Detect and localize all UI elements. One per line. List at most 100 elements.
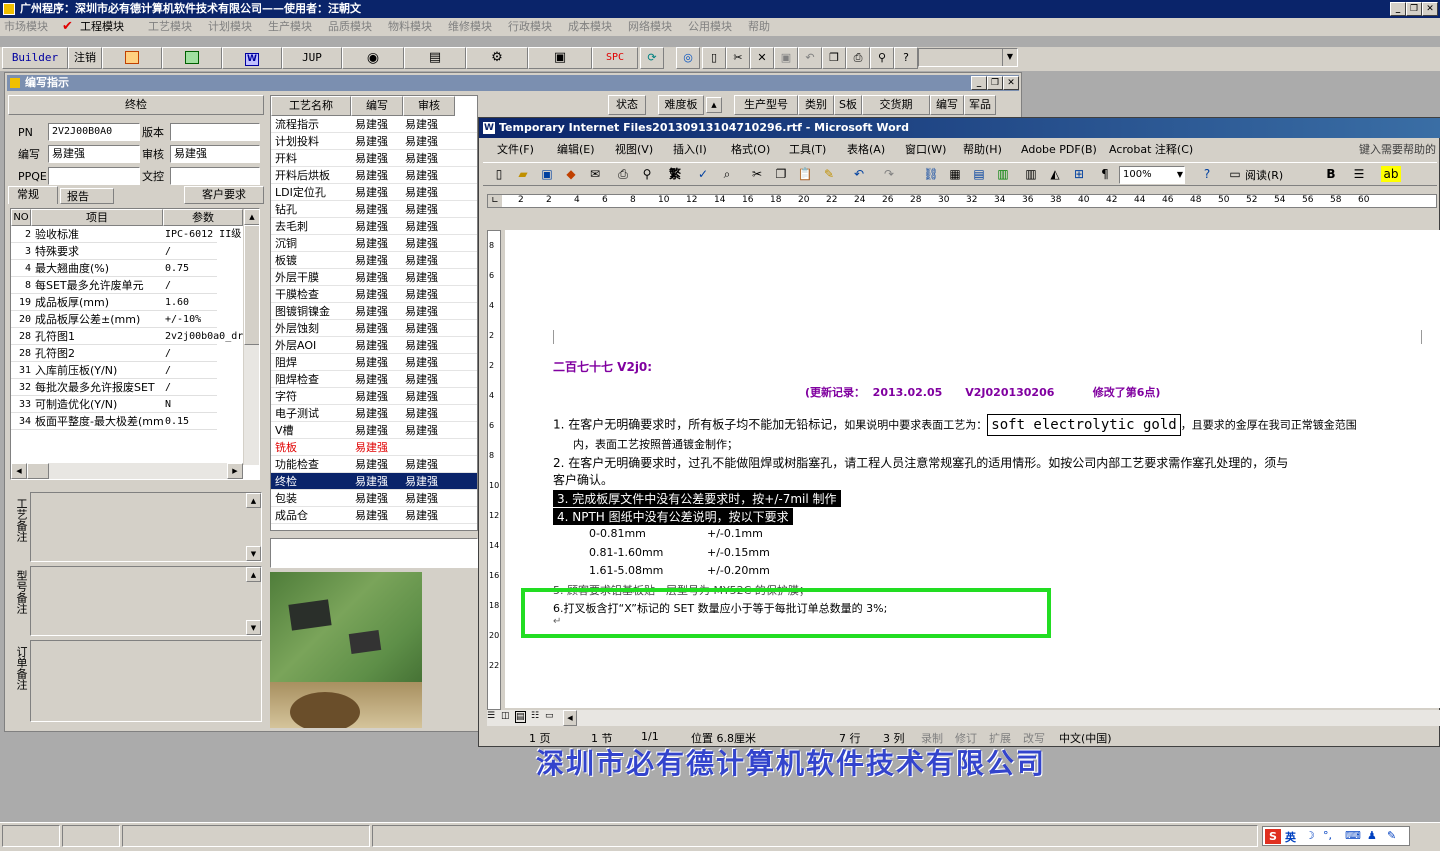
note2-scroll-down-icon[interactable]: ▼	[246, 620, 261, 635]
bullets-icon[interactable]: ☰	[1351, 166, 1367, 182]
list-item[interactable]: 阻焊 易建强 易建强	[271, 354, 477, 371]
note1-scroll-down-icon[interactable]: ▼	[246, 546, 261, 561]
table-row[interactable]: 32 每批次最多允许报废SET /	[11, 379, 217, 396]
email-icon[interactable]: ✉	[587, 166, 603, 182]
punct-icon[interactable]: °,	[1323, 829, 1332, 842]
help-button[interactable]: ?	[894, 47, 918, 69]
ppt-button[interactable]	[102, 47, 162, 69]
document-page[interactable]: 二百七十七 V2j0: (更新记录： 2013.02.05 V2J0201302…	[505, 230, 1440, 708]
list-item[interactable]: V槽 易建强 易建强	[271, 422, 477, 439]
database-button[interactable]: ▤	[404, 47, 466, 69]
cut-icon[interactable]: ✂	[749, 166, 765, 182]
menu-process[interactable]: 工艺模块	[148, 18, 192, 36]
menu-help[interactable]: 帮助	[748, 18, 770, 36]
process-scroll-up-icon[interactable]: ▲	[706, 97, 722, 113]
toolbar-combo[interactable]: ▼	[918, 48, 1018, 67]
web-view-icon[interactable]: ◫	[501, 711, 510, 721]
list-item[interactable]: 电子测试 易建强 易建强	[271, 405, 477, 422]
list-item[interactable]: 钻孔 易建强 易建强	[271, 201, 477, 218]
grid-hscroll-thumb[interactable]	[27, 463, 49, 479]
process-col-header[interactable]: 工艺名称	[271, 96, 351, 116]
doc-control-field[interactable]	[170, 167, 260, 185]
hscroll-left-icon[interactable]: ◀	[563, 710, 577, 726]
copy-icon[interactable]: ❐	[773, 166, 789, 182]
redo-icon[interactable]: ↷	[881, 166, 897, 182]
minimize-icon[interactable]: _	[1390, 2, 1406, 16]
word-menu-format[interactable]: 格式(O)	[731, 140, 770, 160]
table-row[interactable]: 34 板面平整度-最大极差(mm) 0.15	[11, 413, 217, 430]
table-row[interactable]: 33 可制造优化(Y/N) N	[11, 396, 217, 413]
process-col-header[interactable]: 审核	[403, 96, 455, 116]
moon-icon[interactable]: ☽	[1305, 829, 1315, 842]
spc-button[interactable]: SPC	[592, 47, 638, 69]
process-note-field[interactable]: ▲ ▼	[30, 492, 262, 562]
save-button[interactable]: ▣	[774, 47, 798, 69]
table-row[interactable]: 19 成品板厚(mm) 1.60	[11, 294, 217, 311]
find-button[interactable]: ⚲	[870, 47, 894, 69]
word-menu-edit[interactable]: 编辑(E)	[557, 140, 595, 160]
jup-button[interactable]: JUP	[282, 47, 342, 69]
table-row[interactable]: 28 孔符图1 2v2j00b0a0_dr	[11, 328, 243, 345]
columns-icon[interactable]: ▥	[1023, 166, 1039, 182]
word-menu-view[interactable]: 视图(V)	[615, 140, 653, 160]
undo-button[interactable]: ↶	[798, 47, 822, 69]
grid-scroll-thumb[interactable]	[244, 225, 259, 345]
menu-cost[interactable]: 成本模块	[568, 18, 612, 36]
print-icon[interactable]: ⎙	[615, 166, 631, 182]
print-view-icon[interactable]: ▤	[515, 711, 526, 723]
note2-scroll-up-icon[interactable]: ▲	[246, 567, 261, 582]
model-note-field[interactable]: ▲ ▼	[30, 566, 262, 636]
save-icon[interactable]: ▣	[539, 166, 555, 182]
copy-button[interactable]: ❐	[822, 47, 846, 69]
ie-button[interactable]: ◎	[676, 47, 700, 69]
network-button[interactable]: ⚙	[466, 47, 528, 69]
child-restore-icon[interactable]: ❐	[987, 76, 1003, 90]
read-mode-label[interactable]: 阅读(R)	[1245, 167, 1283, 183]
undo-icon[interactable]: ↶	[851, 166, 867, 182]
read-mode-icon[interactable]: ▭	[1227, 166, 1243, 182]
wrench-icon[interactable]: ✎	[1387, 829, 1396, 842]
table-row[interactable]: 31 入库前压板(Y/N) /	[11, 362, 217, 379]
preview-icon[interactable]: ⚲	[639, 166, 655, 182]
cut-button[interactable]: ✂	[726, 47, 750, 69]
doc-map-icon[interactable]: ⊞	[1071, 166, 1087, 182]
word-menu-window[interactable]: 窗口(W)	[905, 140, 946, 160]
table-row[interactable]: 3 特殊要求 /	[11, 243, 217, 260]
excel-button[interactable]	[162, 47, 222, 69]
list-item[interactable]: 终检 易建强 易建强	[271, 473, 477, 490]
user-icon[interactable]: ♟	[1367, 829, 1377, 842]
help-circle-icon[interactable]: ?	[1199, 166, 1215, 182]
print-button[interactable]: ⎙	[846, 47, 870, 69]
tab-report[interactable]: 报告	[60, 188, 114, 204]
zoom-select[interactable]: 100% ▼	[1119, 166, 1185, 184]
list-item[interactable]: 外层干膜 易建强 易建强	[271, 269, 477, 286]
new-button[interactable]: ▯	[702, 47, 726, 69]
process-col-header[interactable]: 编写	[351, 96, 403, 116]
list-item[interactable]: 字符 易建强 易建强	[271, 388, 477, 405]
logout-button[interactable]: 注销	[68, 47, 102, 69]
outline-view-icon[interactable]: ☷	[531, 711, 539, 721]
table-row[interactable]: 8 每SET最多允许废单元 /	[11, 277, 217, 294]
permission-icon[interactable]: ◆	[563, 166, 579, 182]
grid-scroll-up-icon[interactable]: ▲	[244, 209, 259, 225]
table-row[interactable]: 20 成品板厚公差±(mm) +/-10%	[11, 311, 217, 328]
author-field[interactable]: 易建强	[48, 145, 140, 163]
word-menu-help[interactable]: 帮助(H)	[963, 140, 1002, 160]
grid-hscroll[interactable]: ◀ ▶	[11, 463, 243, 479]
list-item[interactable]: LDI定位孔 易建强 易建强	[271, 184, 477, 201]
child-minimize-icon[interactable]: _	[971, 76, 987, 90]
list-item[interactable]: 外层蚀刻 易建强 易建强	[271, 320, 477, 337]
list-item[interactable]: 阻焊检查 易建强 易建强	[271, 371, 477, 388]
ppqe-field[interactable]	[48, 167, 140, 185]
traditional-icon[interactable]: 繁	[667, 166, 683, 182]
note1-scroll-up-icon[interactable]: ▲	[246, 493, 261, 508]
menu-quality[interactable]: 品质模块	[328, 18, 372, 36]
grid-scroll-left-icon[interactable]: ◀	[11, 463, 27, 479]
restore-icon[interactable]: ❐	[1406, 2, 1422, 16]
list-item[interactable]: 开料后烘板 易建强 易建强	[271, 167, 477, 184]
refresh-button[interactable]: ⟳	[640, 47, 664, 69]
tab-selector-icon[interactable]: ∟	[488, 195, 502, 207]
list-item[interactable]: 铣板 易建强	[271, 439, 477, 456]
menu-material[interactable]: 物料模块	[388, 18, 432, 36]
table-row[interactable]: 28 孔符图2 /	[11, 345, 217, 362]
